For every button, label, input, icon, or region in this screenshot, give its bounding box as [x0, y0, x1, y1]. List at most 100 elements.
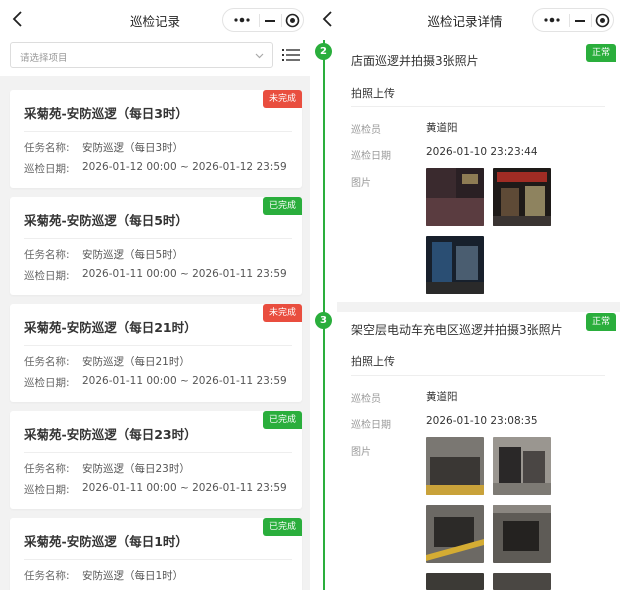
- project-select-placeholder: 请选择项目: [20, 53, 68, 64]
- date-value: 2026-01-11 00:00 ~ 2026-01-11 23:59: [82, 482, 287, 494]
- capsule-divider: [281, 14, 282, 27]
- task-name-value: 安防巡逻（每日1时）: [82, 570, 184, 582]
- images-label: 图片: [351, 447, 371, 458]
- more-dots-icon[interactable]: [233, 12, 251, 28]
- status-badge: 正常: [585, 313, 616, 331]
- mini-program-capsule: [222, 8, 304, 32]
- task-name-value: 安防巡逻（每日23时）: [82, 463, 190, 475]
- step-number: 3: [315, 312, 332, 329]
- date-row: 巡检日期: 2026-01-11 00:00 ~ 2026-01-11 23:59: [24, 482, 287, 497]
- task-name-row: 任务名称: 安防巡逻（每日3时）: [24, 140, 183, 155]
- inspection-item-card: 店面巡逻并拍摄3张照片 正常 拍照上传 巡检员 黄道阳 巡检日期 2026-01…: [337, 40, 616, 302]
- date-value: 2026-01-10 23:08:35: [426, 415, 538, 427]
- record-card[interactable]: 采菊苑-安防巡逻（每日5时） 已完成 任务名称: 安防巡逻（每日5时） 巡检日期:…: [10, 197, 302, 295]
- card-title: 采菊苑-安防巡逻（每日1时）: [24, 534, 188, 549]
- date-label: 巡检日期:: [24, 484, 70, 496]
- inspector-value: 黄道阳: [426, 391, 458, 403]
- record-card[interactable]: 采菊苑-安防巡逻（每日23时） 已完成 任务名称: 安防巡逻（每日23时） 巡检日…: [10, 411, 302, 509]
- task-name-value: 安防巡逻（每日5时）: [82, 249, 184, 261]
- target-icon[interactable]: [285, 13, 300, 28]
- record-card[interactable]: 采菊苑-安防巡逻（每日1时） 已完成 任务名称: 安防巡逻（每日1时）: [10, 518, 302, 590]
- task-name-row: 任务名称: 安防巡逻（每日5时）: [24, 247, 183, 262]
- photo-thumbnail[interactable]: [493, 437, 551, 495]
- inspection-item-card: 架空层电动车充电区巡逻并拍摄3张照片 正常 拍照上传 巡检员 黄道阳 巡检日期 …: [337, 312, 616, 590]
- photo-thumbnail[interactable]: [426, 505, 484, 563]
- nav-bar: 巡检记录详情: [310, 0, 620, 40]
- date-label: 巡检日期:: [24, 163, 70, 175]
- task-name-label: 任务名称:: [24, 249, 70, 261]
- project-select[interactable]: 请选择项目: [10, 42, 273, 68]
- step-number: 2: [315, 43, 332, 60]
- divider: [351, 106, 605, 107]
- divider: [24, 238, 292, 239]
- target-icon[interactable]: [595, 13, 610, 28]
- capsule-divider: [591, 14, 592, 27]
- task-name-label: 任务名称:: [24, 463, 70, 475]
- task-name-label: 任务名称:: [24, 570, 70, 582]
- date-label: 巡检日期:: [24, 270, 70, 282]
- status-badge: 未完成: [262, 304, 302, 322]
- task-name-row: 任务名称: 安防巡逻（每日21时）: [24, 354, 190, 369]
- date-label: 巡检日期: [351, 151, 391, 162]
- inspection-timeline: 2 3 店面巡逻并拍摄3张照片 正常 拍照上传 巡检员 黄道阳 巡检日期 202…: [310, 40, 620, 590]
- capsule-divider: [569, 14, 570, 27]
- inspector-label: 巡检员: [351, 125, 381, 136]
- divider: [24, 131, 292, 132]
- task-name-value: 安防巡逻（每日3时）: [82, 142, 184, 154]
- record-list: 采菊苑-安防巡逻（每日3时） 未完成 任务名称: 安防巡逻（每日3时） 巡检日期:…: [0, 76, 310, 590]
- date-row: 巡检日期: 2026-01-11 00:00 ~ 2026-01-11 23:59: [24, 375, 287, 390]
- mini-program-capsule: [532, 8, 614, 32]
- photo-thumbnail[interactable]: [493, 168, 551, 226]
- card-title: 采菊苑-安防巡逻（每日23时）: [24, 427, 197, 442]
- photo-thumbnail[interactable]: [426, 573, 484, 590]
- card-title: 采菊苑-安防巡逻（每日21时）: [24, 320, 197, 335]
- photo-thumbnail[interactable]: [493, 505, 551, 563]
- date-label: 巡检日期: [351, 420, 391, 431]
- task-name-label: 任务名称:: [24, 356, 70, 368]
- item-title: 架空层电动车充电区巡逻并拍摄3张照片: [351, 323, 563, 337]
- section-separator: [337, 302, 620, 312]
- divider: [24, 452, 292, 453]
- divider: [24, 559, 292, 560]
- record-card[interactable]: 采菊苑-安防巡逻（每日21时） 未完成 任务名称: 安防巡逻（每日21时） 巡检日…: [10, 304, 302, 402]
- date-value: 2026-01-11 00:00 ~ 2026-01-11 23:59: [82, 268, 287, 280]
- date-row: 巡检日期: 2026-01-12 00:00 ~ 2026-01-12 23:59: [24, 161, 287, 176]
- item-subtitle: 拍照上传: [351, 355, 395, 368]
- inspector-value: 黄道阳: [426, 122, 458, 134]
- chevron-down-icon: [255, 53, 264, 59]
- task-name-value: 安防巡逻（每日21时）: [82, 356, 190, 368]
- record-card[interactable]: 采菊苑-安防巡逻（每日3时） 未完成 任务名称: 安防巡逻（每日3时） 巡检日期:…: [10, 90, 302, 188]
- task-name-row: 任务名称: 安防巡逻（每日23时）: [24, 461, 190, 476]
- date-row: 巡检日期: 2026-01-11 00:00 ~ 2026-01-11 23:59: [24, 268, 287, 283]
- status-badge: 已完成: [262, 518, 302, 536]
- date-value: 2026-01-11 00:00 ~ 2026-01-11 23:59: [82, 375, 287, 387]
- status-badge: 已完成: [262, 411, 302, 429]
- photo-thumbnail[interactable]: [426, 437, 484, 495]
- images-label: 图片: [351, 178, 371, 189]
- capsule-divider: [259, 14, 260, 27]
- card-title: 采菊苑-安防巡逻（每日3时）: [24, 106, 188, 121]
- date-value: 2026-01-12 00:00 ~ 2026-01-12 23:59: [82, 161, 287, 173]
- photo-thumbnail[interactable]: [426, 168, 484, 226]
- minimize-icon[interactable]: [573, 15, 587, 27]
- item-subtitle: 拍照上传: [351, 87, 395, 100]
- minimize-icon[interactable]: [263, 15, 277, 27]
- nav-bar: 巡检记录: [0, 0, 310, 40]
- date-value: 2026-01-10 23:23:44: [426, 146, 538, 158]
- inspection-detail-screen: 巡检记录详情 2 3 店面巡逻并拍摄3张照片 正常 拍照上传 巡检员 黄道阳 巡…: [310, 0, 620, 590]
- photo-thumbnail[interactable]: [493, 573, 551, 590]
- status-badge: 已完成: [262, 197, 302, 215]
- inspection-list-screen: 巡检记录 请选择项目 采菊苑-安防巡逻（每日3时） 未完成 任务名称: 安防巡逻（…: [0, 0, 310, 590]
- date-label: 巡检日期:: [24, 377, 70, 389]
- list-filter-icon[interactable]: [281, 45, 301, 65]
- more-dots-icon[interactable]: [543, 12, 561, 28]
- task-name-row: 任务名称: 安防巡逻（每日1时）: [24, 568, 183, 583]
- divider: [24, 345, 292, 346]
- status-badge: 正常: [585, 44, 616, 62]
- card-title: 采菊苑-安防巡逻（每日5时）: [24, 213, 188, 228]
- inspector-label: 巡检员: [351, 394, 381, 405]
- divider: [351, 375, 605, 376]
- photo-thumbnail[interactable]: [426, 236, 484, 294]
- status-badge: 未完成: [262, 90, 302, 108]
- item-title: 店面巡逻并拍摄3张照片: [351, 54, 479, 68]
